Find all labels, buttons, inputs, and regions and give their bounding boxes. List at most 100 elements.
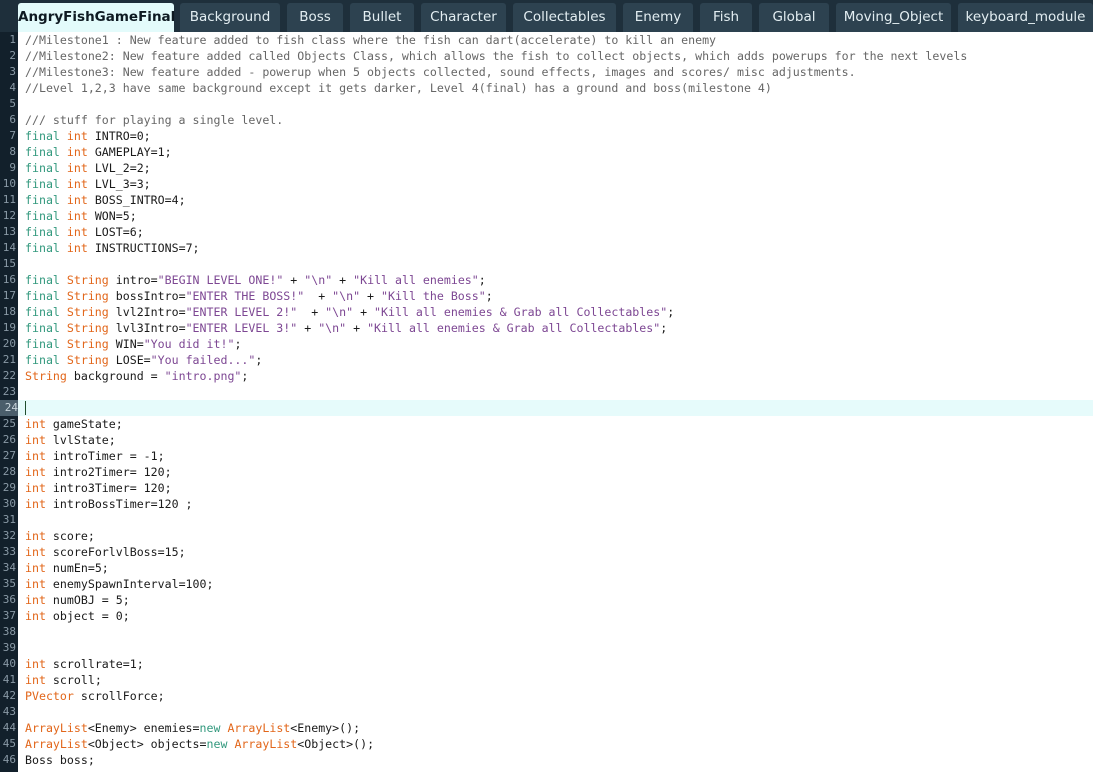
tab-character[interactable]: Character [421,3,506,32]
code-token: + [360,289,382,303]
code-line[interactable]: 19 final String lvl3Intro="ENTER LEVEL 3!… [0,320,1093,336]
code-line[interactable]: 45 ArrayList<Object> objects=new ArrayLis… [0,736,1093,752]
code-line[interactable]: 41 int scroll; [0,672,1093,688]
keyword-token: new [199,721,221,735]
code-line[interactable]: 31 [0,512,1093,528]
code-text: int score; [25,528,95,544]
tab-keyboard-module[interactable]: keyboard_module [958,3,1093,32]
string-token: "\n" [318,321,347,335]
code-line[interactable]: 35 int enemySpawnInterval=100; [0,576,1093,592]
code-token: <Enemy> enemies= [87,721,200,735]
code-token: <Object> objects= [87,737,207,751]
code-token: GAMEPLAY=1; [87,145,172,159]
code-line[interactable]: 12 final int WON=5; [0,208,1093,224]
code-token: LVL_2=2; [87,161,151,175]
code-token: + [332,273,354,287]
code-text: int lvlState; [25,432,116,448]
code-line[interactable]: 27 int introTimer = -1; [0,448,1093,464]
code-line[interactable]: 3 //Milestone3: New feature added - power… [0,64,1093,80]
keyword-token: final [25,337,60,351]
tab-global[interactable]: Global [759,3,829,32]
code-line[interactable]: 17 final String bossIntro="ENTER THE BOSS… [0,288,1093,304]
type-token: int [25,481,46,495]
code-line[interactable]: 20 final String WIN="You did it!"; [0,336,1093,352]
code-line[interactable]: 25 int gameState; [0,416,1093,432]
code-line[interactable]: 32 int score; [0,528,1093,544]
code-line[interactable]: 8 final int GAMEPLAY=1; [0,144,1093,160]
tab-enemy[interactable]: Enemy [623,3,693,32]
keyword-token: final [25,305,60,319]
code-line[interactable]: 40 int scrollrate=1; [0,656,1093,672]
keyword-token: final [25,145,60,159]
line-number: 37 [2,609,16,622]
tab-background[interactable]: Background [180,3,280,32]
code-line[interactable]: 29 int intro3Timer= 120; [0,480,1093,496]
code-line[interactable]: 18 final String lvl2Intro="ENTER LEVEL 2!… [0,304,1093,320]
code-token: + [353,305,375,319]
code-text: ArrayList<Enemy> enemies=new ArrayList<E… [25,720,360,736]
comment-token: /// stuff for playing a single level. [25,113,284,127]
code-line[interactable]: 46 Boss boss; [0,752,1093,768]
code-line[interactable]: 33 int scoreForlvlBoss=15; [0,544,1093,560]
code-token: scrollForce; [73,689,165,703]
line-number: 31 [2,513,16,526]
code-line[interactable]: 9 final int LVL_2=2; [0,160,1093,176]
code-text: int introBossTimer=120 ; [25,496,193,512]
type-token: int [25,433,46,447]
line-number: 38 [2,625,16,638]
code-token: ; [255,353,263,367]
code-line[interactable]: 26 int lvlState; [0,432,1093,448]
code-token: scoreForlvlBoss=15; [45,545,186,559]
tab-bullet[interactable]: Bullet [350,3,414,32]
code-line[interactable]: 6 /// stuff for playing a single level. [0,112,1093,128]
code-line[interactable]: 28 int intro2Timer= 120; [0,464,1093,480]
comment-token: //Milestone3: New feature added - poweru… [25,65,856,79]
line-number: 44 [2,721,16,734]
code-line[interactable]: 38 [0,624,1093,640]
tab-angryfishgamefinal[interactable]: AngryFishGameFinal [18,3,175,32]
code-line[interactable]: 37 int object = 0; [0,608,1093,624]
type-token: ArrayList [25,721,88,735]
code-line[interactable]: 34 int numEn=5; [0,560,1093,576]
code-line[interactable]: 42 PVector scrollForce; [0,688,1093,704]
string-token: "ENTER LEVEL 2!" [185,305,298,319]
current-code-line[interactable]: 24 [0,400,1093,416]
code-line[interactable]: 14 final int INSTRUCTIONS=7; [0,240,1093,256]
line-number: 30 [2,497,16,510]
tab-moving-object[interactable]: Moving_Object [836,3,951,32]
code-line[interactable]: 15 [0,256,1093,272]
code-token: INTRO=0; [87,129,151,143]
type-token: ArrayList [234,737,298,751]
code-line[interactable]: 21 final String LOSE="You failed..."; [0,352,1093,368]
code-line[interactable]: 10 final int LVL_3=3; [0,176,1093,192]
code-line[interactable]: 2 //Milestone2: New feature added called … [0,48,1093,64]
code-line[interactable]: 7 final int INTRO=0; [0,128,1093,144]
code-line[interactable]: 22 String background = "intro.png"; [0,368,1093,384]
code-line[interactable]: 4 //Level 1,2,3 have same background exce… [0,80,1093,96]
code-line[interactable]: 39 [0,640,1093,656]
code-line[interactable]: 44 ArrayList<Enemy> enemies=new ArrayList… [0,720,1093,736]
code-line[interactable]: 23 [0,384,1093,400]
line-number: 32 [2,529,16,542]
tab-collectables[interactable]: Collectables [513,3,616,32]
code-line[interactable]: 30 int introBossTimer=120 ; [0,496,1093,512]
code-line[interactable]: 43 [0,704,1093,720]
tab-boss[interactable]: Boss [287,3,343,32]
tab-fish[interactable]: Fish [700,3,752,32]
code-token: lvl2Intro= [108,305,186,319]
string-token: "Kill all enemies" [353,273,479,287]
code-editor[interactable]: 1 //Milestone1 : New feature added to fis… [0,32,1093,772]
code-line[interactable]: 13 final int LOST=6; [0,224,1093,240]
code-line[interactable]: 1 //Milestone1 : New feature added to fis… [0,32,1093,48]
code-line[interactable]: 36 int numOBJ = 5; [0,592,1093,608]
line-number: 12 [2,209,16,222]
code-token: bossIntro= [108,289,186,303]
code-line[interactable]: 16 final String intro="BEGIN LEVEL ONE!" … [0,272,1093,288]
code-token: gameState; [45,417,123,431]
code-line[interactable]: 11 final int BOSS_INTRO=4; [0,192,1093,208]
line-number: 10 [2,177,16,190]
type-token: int [66,193,88,207]
code-line[interactable]: 5 [0,96,1093,112]
